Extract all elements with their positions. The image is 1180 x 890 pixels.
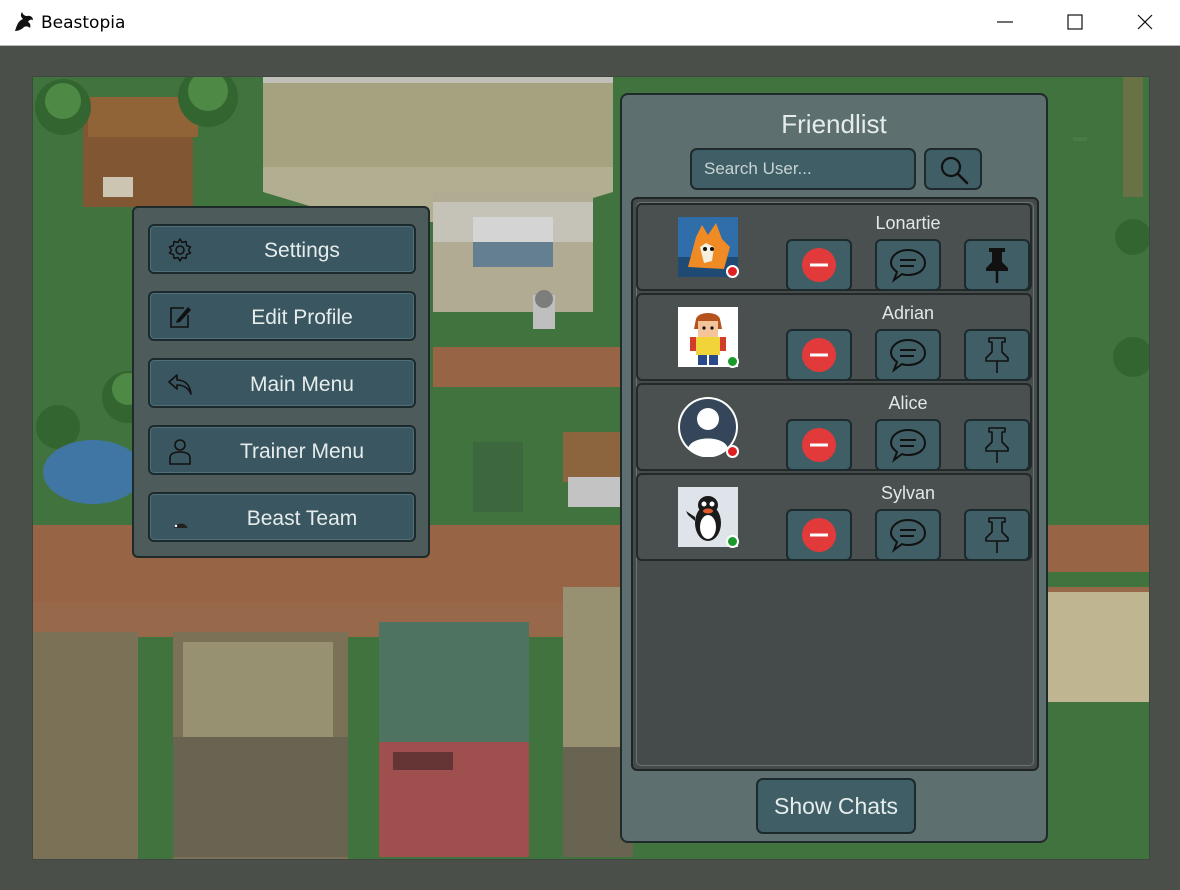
chat-bubble-icon: [889, 338, 927, 373]
chat-bubble-icon: [889, 518, 927, 553]
settings-button[interactable]: Settings: [148, 224, 416, 274]
chat-button[interactable]: [875, 329, 941, 381]
chat-button[interactable]: [875, 239, 941, 291]
minimize-button[interactable]: [970, 0, 1040, 45]
trainer-menu-button[interactable]: Trainer Menu: [148, 425, 416, 475]
friend-name: Sylvan: [880, 483, 936, 503]
remove-friend-button[interactable]: [786, 509, 852, 561]
pin-outline-icon: [985, 517, 1009, 553]
remove-friend-button[interactable]: [786, 329, 852, 381]
beast-team-label: Beast Team: [246, 507, 358, 530]
search-icon: [940, 156, 969, 185]
friend-row-alice[interactable]: Alice: [636, 383, 1032, 471]
close-button[interactable]: [1110, 0, 1180, 45]
pin-outline-icon: [985, 427, 1009, 463]
search-button[interactable]: [924, 148, 982, 190]
remove-icon: [802, 248, 836, 282]
pin-filled-icon: [986, 248, 1008, 283]
status-dot-offline: [726, 265, 739, 278]
friend-name: Lonartie: [875, 213, 941, 233]
search-user-input[interactable]: Search User...: [690, 148, 916, 190]
friend-row-sylvan[interactable]: Sylvan: [636, 473, 1032, 561]
close-icon: [1137, 14, 1153, 30]
pin-button[interactable]: [964, 329, 1030, 381]
pin-outline-icon: [985, 337, 1009, 373]
pin-button[interactable]: [964, 509, 1030, 561]
maximize-button[interactable]: [1040, 0, 1110, 45]
minimize-icon: [997, 21, 1013, 23]
settings-label: Settings: [264, 239, 340, 262]
friend-row-lonartie[interactable]: Lonartie: [636, 203, 1032, 291]
friend-row-adrian[interactable]: Adrian: [636, 293, 1032, 381]
friend-name: Alice: [888, 393, 928, 413]
edit-profile-button[interactable]: Edit Profile: [148, 291, 416, 341]
remove-friend-button[interactable]: [786, 419, 852, 471]
trainer-menu-label: Trainer Menu: [239, 440, 365, 463]
window-titlebar: Beastopia: [0, 0, 1180, 46]
pin-button[interactable]: [964, 239, 1030, 291]
dragon-logo-icon: [12, 10, 36, 34]
pause-menu-panel: Settings Edit Profile Main Menu Trainer …: [132, 206, 430, 558]
remove-icon: [802, 338, 836, 372]
beast-team-button[interactable]: Beast Team: [148, 492, 416, 542]
main-menu-label: Main Menu: [250, 373, 354, 396]
friendlist-panel: Friendlist Search User... Lonartie Adria…: [620, 93, 1048, 843]
status-dot-online: [726, 355, 739, 368]
friend-list[interactable]: Lonartie Adrian Alice Sylvan: [631, 197, 1039, 771]
chat-button[interactable]: [875, 419, 941, 471]
status-dot-offline: [726, 445, 739, 458]
friendlist-title: Friendlist: [781, 109, 887, 139]
maximize-icon: [1067, 14, 1083, 30]
chat-bubble-icon: [889, 248, 927, 283]
friend-name: Adrian: [881, 303, 935, 323]
remove-friend-button[interactable]: [786, 239, 852, 291]
remove-icon: [802, 518, 836, 552]
chat-bubble-icon: [889, 428, 927, 463]
status-dot-online: [726, 535, 739, 548]
pin-button[interactable]: [964, 419, 1030, 471]
edit-profile-label: Edit Profile: [251, 306, 353, 329]
main-menu-button[interactable]: Main Menu: [148, 358, 416, 408]
chat-button[interactable]: [875, 509, 941, 561]
remove-icon: [802, 428, 836, 462]
show-chats-button[interactable]: Show Chats: [756, 778, 916, 834]
window-title: Beastopia: [41, 13, 126, 33]
